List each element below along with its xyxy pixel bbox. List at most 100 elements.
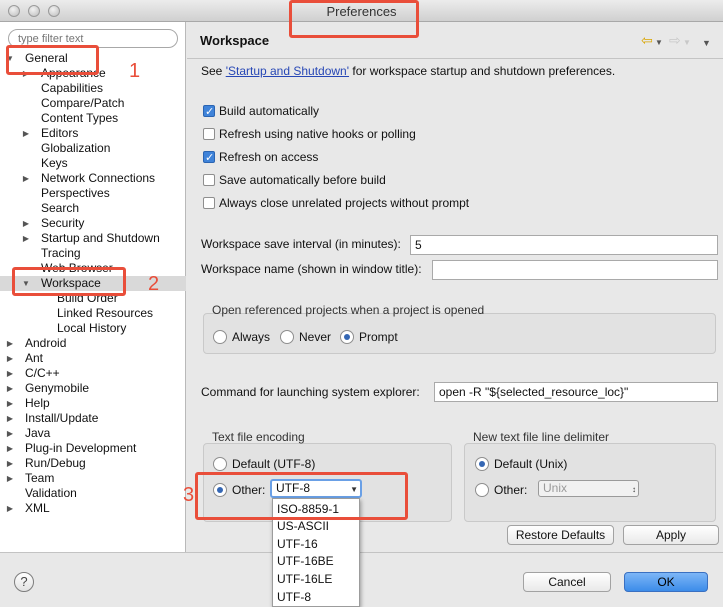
tree-collapsed-icon[interactable]: ▶	[21, 216, 31, 231]
tree-collapsed-icon[interactable]: ▶	[5, 336, 15, 351]
annotation-number-2: 2	[148, 273, 160, 295]
tree-collapsed-icon[interactable]: ▶	[5, 396, 15, 411]
tree-item-label: Perspectives	[41, 186, 110, 200]
encoding-option[interactable]: US-ASCII	[277, 518, 329, 535]
tree-item[interactable]: ▶ Java	[0, 426, 186, 441]
tree-item-label: Genymobile	[25, 381, 90, 395]
tree-item[interactable]: Tracing	[0, 246, 186, 261]
tree-collapsed-icon[interactable]: ▶	[5, 381, 15, 396]
tree-collapsed-icon[interactable]: ▶	[5, 411, 15, 426]
restore-defaults-button[interactable]: Restore Defaults	[507, 525, 614, 545]
checkbox[interactable]	[203, 197, 215, 209]
radio-label: Other:	[494, 483, 528, 497]
apply-button[interactable]: Apply	[623, 525, 719, 545]
tree-item[interactable]: ▶ Network Connections	[0, 171, 186, 186]
tree-item-label: Keys	[41, 156, 68, 170]
back-icon[interactable]: ⇦	[641, 32, 653, 48]
encoding-option[interactable]: UTF-8	[277, 589, 311, 606]
checkbox-label: Refresh on access	[219, 150, 319, 164]
tree-item-label: Android	[25, 336, 67, 350]
tree-collapsed-icon[interactable]: ▶	[5, 471, 15, 486]
text-encoding-title: Text file encoding	[212, 430, 305, 444]
delimiter-select-value: Unix	[543, 481, 568, 495]
encoding-option[interactable]: UTF-16LE	[277, 571, 332, 588]
tree-item[interactable]: Compare/Patch	[0, 96, 186, 111]
explorer-command-input[interactable]: open -R "${selected_resource_loc}"	[434, 382, 718, 402]
forward-icon[interactable]: ⇨	[669, 32, 681, 48]
tree-item-label: Java	[25, 426, 51, 440]
tree-collapsed-icon[interactable]: ▶	[21, 231, 31, 246]
help-icon[interactable]: ?	[14, 572, 34, 592]
tree-item[interactable]: Keys	[0, 156, 186, 171]
forward-menu-chevron-icon[interactable]: ▼	[683, 35, 691, 51]
tree-item[interactable]: ▶ Install/Update	[0, 411, 186, 426]
tree-item[interactable]: Linked Resources	[0, 306, 186, 321]
tree-item[interactable]: ▶ Ant	[0, 351, 186, 366]
tree-item-label: Compare/Patch	[41, 96, 125, 110]
tree-item[interactable]: Globalization	[0, 141, 186, 156]
tree-collapsed-icon[interactable]: ▶	[5, 426, 15, 441]
checkbox-label: Always close unrelated projects without …	[219, 196, 470, 210]
tree-item[interactable]: Capabilities	[0, 81, 186, 96]
encoding-option[interactable]: UTF-16	[277, 536, 318, 553]
save-interval-input[interactable]: 5	[410, 235, 718, 255]
tree-item[interactable]: Perspectives	[0, 186, 186, 201]
tree-collapsed-icon[interactable]: ▶	[21, 126, 31, 141]
tree-collapsed-icon[interactable]: ▶	[5, 351, 15, 366]
cancel-button[interactable]: Cancel	[523, 572, 611, 592]
tree-item[interactable]: ▶ Team	[0, 471, 186, 486]
open-projects-title: Open referenced projects when a project …	[212, 303, 485, 317]
view-menu-chevron-icon[interactable]: ▼	[702, 35, 711, 51]
back-menu-chevron-icon[interactable]: ▼	[655, 35, 663, 51]
tree-item[interactable]: ▶ Genymobile	[0, 381, 186, 396]
tree-item[interactable]: Local History	[0, 321, 186, 336]
tree-collapsed-icon[interactable]: ▶	[5, 501, 15, 516]
radio-circle	[475, 483, 489, 497]
tree-collapsed-icon[interactable]: ▶	[21, 171, 31, 186]
tree-item[interactable]: ▶ Android	[0, 336, 186, 351]
tree-item[interactable]: ▶ Help	[0, 396, 186, 411]
tree-item[interactable]: ▶ C/C++	[0, 366, 186, 381]
tree-item[interactable]: ▶ XML	[0, 501, 186, 516]
delimiter-select[interactable]: Unix ↕	[538, 480, 639, 497]
radio-label: Always	[232, 330, 271, 344]
tree-collapsed-icon[interactable]: ▶	[5, 366, 15, 381]
tree-item-label: Local History	[57, 321, 127, 335]
tree-item-label: Globalization	[41, 141, 111, 155]
checkbox[interactable]	[203, 104, 215, 120]
radio-label: Default (UTF-8)	[232, 457, 316, 471]
checkbox-label: Refresh using native hooks or polling	[219, 127, 416, 141]
tree-item[interactable]: ▶ Editors	[0, 126, 186, 141]
encoding-option[interactable]: UTF-16BE	[277, 553, 334, 570]
tree-item[interactable]: ▶ Security	[0, 216, 186, 231]
explorer-command-label: Command for launching system explorer:	[201, 385, 420, 399]
checkbox[interactable]	[203, 150, 215, 166]
dialog-button-bar: ? Cancel OK	[0, 552, 723, 607]
checkbox[interactable]	[203, 174, 215, 186]
line-delimiter-title: New text file line delimiter	[473, 430, 610, 444]
radio-circle	[280, 330, 294, 344]
tree-item-label: Install/Update	[25, 411, 99, 425]
annotation-box-workspace	[12, 267, 126, 296]
annotation-box-general	[6, 45, 99, 75]
workspace-name-input[interactable]	[432, 260, 718, 280]
tree-item-label: Tracing	[41, 246, 81, 260]
workspace-name-label: Workspace name (shown in window title):	[201, 262, 422, 276]
checkbox-label: Build automatically	[219, 104, 320, 118]
annotation-number-3: 3	[183, 484, 195, 506]
tree-item[interactable]: Search	[0, 201, 186, 216]
tree-item[interactable]: Validation	[0, 486, 186, 501]
tree-item[interactable]: ▶ Plug-in Development	[0, 441, 186, 456]
tree-collapsed-icon[interactable]: ▶	[5, 441, 15, 456]
checkbox[interactable]	[203, 128, 215, 140]
radio-circle	[213, 457, 227, 471]
tree-collapsed-icon[interactable]: ▶	[5, 456, 15, 471]
intro-text: See 'Startup and Shutdown' for workspace…	[201, 64, 615, 78]
tree-item-label: Help	[25, 396, 50, 410]
startup-shutdown-link[interactable]: 'Startup and Shutdown'	[226, 64, 349, 78]
annotation-number-1: 1	[129, 60, 141, 82]
tree-item[interactable]: ▶ Startup and Shutdown	[0, 231, 186, 246]
tree-item[interactable]: ▶ Run/Debug	[0, 456, 186, 471]
ok-button[interactable]: OK	[624, 572, 708, 592]
tree-item[interactable]: Content Types	[0, 111, 186, 126]
